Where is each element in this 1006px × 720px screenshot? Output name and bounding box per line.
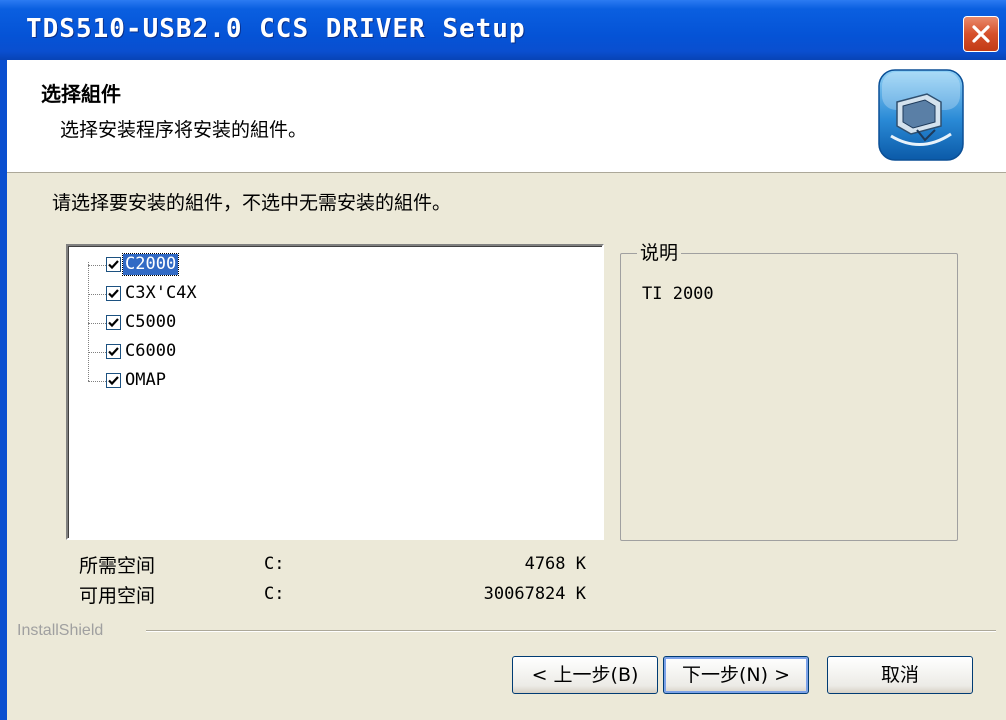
header-subtitle: 选择安装程序将安装的組件。: [60, 119, 308, 141]
available-space-drive: C:: [264, 584, 285, 604]
component-label[interactable]: C3X'C4X: [123, 283, 199, 304]
check-icon: [108, 347, 119, 357]
check-icon: [108, 289, 119, 299]
required-space-label: 所需空间: [79, 555, 156, 577]
description-text: TI 2000: [642, 284, 714, 304]
dialog-header: 选择組件 选择安装程序将安装的組件。: [7, 60, 1006, 173]
divider: [146, 630, 996, 632]
component-label[interactable]: OMAP: [123, 370, 168, 391]
required-space-value: 4768 K: [524, 554, 586, 574]
close-button[interactable]: [963, 16, 999, 52]
description-group: 说明 TI 2000: [620, 238, 958, 541]
component-label[interactable]: C6000: [123, 341, 178, 362]
window-border: [0, 60, 7, 720]
checkbox-c2000[interactable]: [106, 257, 121, 272]
title-bar[interactable]: TDS510-USB2.0 CCS DRIVER Setup: [0, 0, 1006, 60]
check-icon: [108, 318, 119, 328]
tree-connector: [88, 262, 89, 381]
back-button[interactable]: < 上一步(B): [512, 656, 658, 694]
window-title: TDS510-USB2.0 CCS DRIVER Setup: [26, 14, 526, 44]
header-title: 选择組件: [41, 82, 121, 106]
close-icon: [972, 25, 990, 43]
component-label[interactable]: C5000: [123, 312, 178, 333]
checkbox-c3xc4x[interactable]: [106, 286, 121, 301]
setup-window: TDS510-USB2.0 CCS DRIVER Setup 选择組件 选择安装…: [0, 0, 1006, 720]
component-label[interactable]: C2000: [121, 253, 180, 276]
description-legend: 说明: [637, 238, 682, 265]
required-space-drive: C:: [264, 554, 285, 574]
available-space-value: 30067824 K: [483, 584, 586, 604]
computer-setup-icon: [878, 69, 964, 161]
next-button[interactable]: 下一步(N) >: [663, 656, 809, 694]
check-icon: [108, 376, 119, 386]
instruction-text: 请选择要安装的組件，不选中无需安装的組件。: [52, 192, 452, 214]
installshield-brand: InstallShield: [17, 622, 104, 639]
checkbox-omap[interactable]: [106, 373, 121, 388]
checkbox-c5000[interactable]: [106, 315, 121, 330]
check-icon: [108, 260, 119, 270]
cancel-button[interactable]: 取消: [827, 656, 973, 694]
available-space-label: 可用空间: [79, 585, 156, 607]
checkbox-c6000[interactable]: [106, 344, 121, 359]
